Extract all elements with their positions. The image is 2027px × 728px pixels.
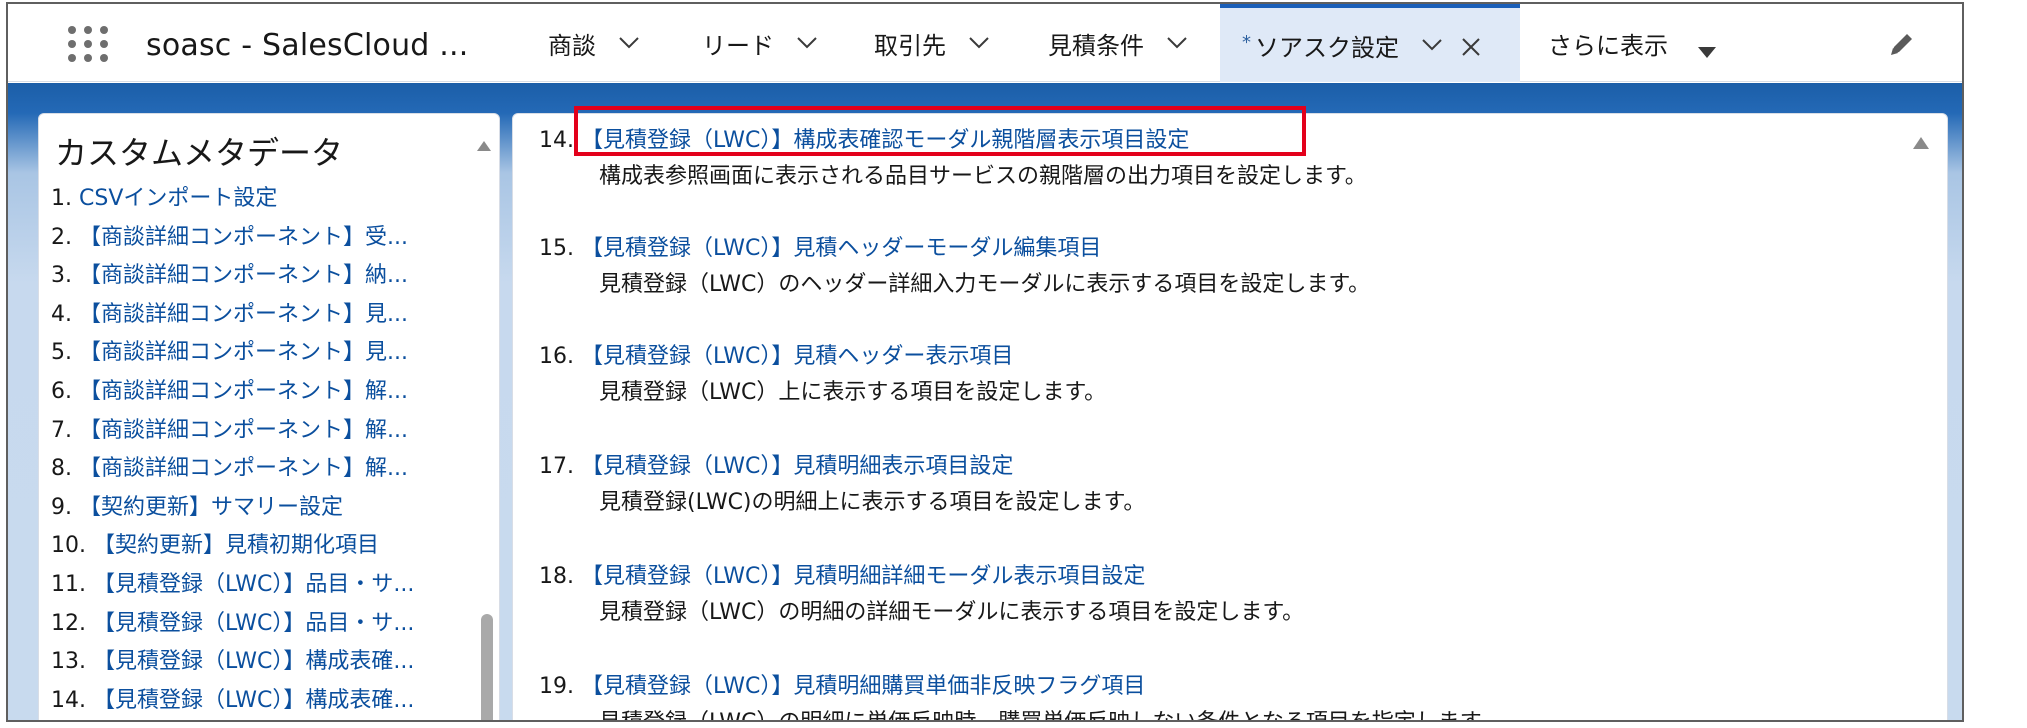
sidebar-item[interactable]: 6. 【商談詳細コンポーネント】解...	[51, 373, 491, 412]
item-number: 8.	[51, 456, 72, 482]
item-number: 6.	[51, 378, 72, 404]
tab-label: 見積条件	[1048, 31, 1144, 60]
item-label: 【商談詳細コンポーネント】見...	[79, 301, 408, 327]
sidebar-list: 1. CSVインポート設定 2. 【商談詳細コンポーネント】受... 3. 【商…	[51, 180, 491, 720]
item-number: 4.	[51, 301, 72, 327]
entry-description: 見積登録（LWC）の明細の詳細モーダルに表示する項目を設定します。	[599, 600, 1305, 625]
entry-number: 16.	[539, 344, 574, 369]
close-icon[interactable]	[1461, 35, 1481, 56]
chevron-down-icon[interactable]	[968, 36, 990, 50]
sidebar-item[interactable]: 7. 【商談詳細コンポーネント】解...	[51, 412, 491, 451]
item-label: 【契約更新】サマリー設定	[79, 494, 344, 520]
entry-title: 19. 【見積登録（LWC）】見積明細購買単価非反映フラグ項目	[539, 668, 1145, 700]
item-label: 【見積登録（LWC）】構成表確...	[93, 649, 415, 675]
entry-link[interactable]: 【見積登録（LWC）】見積明細表示項目設定	[581, 454, 1013, 479]
highlight-annotation	[574, 106, 1306, 156]
page-background: カスタムメタデータ 1. CSVインポート設定 2. 【商談詳細コンポーネント】…	[8, 83, 1962, 720]
sidebar-item[interactable]: 4. 【商談詳細コンポーネント】見...	[51, 296, 491, 335]
chevron-down-icon[interactable]	[796, 36, 818, 50]
entry-link[interactable]: 【見積登録（LWC）】見積明細詳細モーダル表示項目設定	[581, 564, 1145, 589]
custom-metadata-sidebar: カスタムメタデータ 1. CSVインポート設定 2. 【商談詳細コンポーネント】…	[38, 113, 500, 720]
metadata-detail-panel: 14. 【見積登録（LWC）】構成表確認モーダル親階層表示項目設定 構成表参照画…	[512, 113, 1948, 720]
entry-description: 見積登録（LWC）の明細に単価反映時、購買単価反映しない条件となる項目を指定しま…	[599, 704, 1502, 720]
sidebar-item[interactable]: 11. 【見積登録（LWC）】品目・サ...	[51, 566, 491, 605]
tab-label: リード	[702, 31, 774, 60]
entry-description: 見積登録（LWC）上に表示する項目を設定します。	[599, 380, 1107, 405]
sidebar-item[interactable]: 10. 【契約更新】見積初期化項目	[51, 527, 491, 566]
entry-number: 17.	[539, 454, 574, 479]
sidebar-item[interactable]: 3. 【商談詳細コンポーネント】納...	[51, 257, 491, 296]
edit-nav-pencil-icon[interactable]	[1888, 30, 1916, 58]
tab-accounts[interactable]: 取引先	[874, 4, 990, 82]
sidebar-title: カスタムメタデータ	[55, 134, 344, 172]
entry-title: 16. 【見積登録（LWC）】見積ヘッダー表示項目	[539, 338, 1013, 370]
item-label: 【商談詳細コンポーネント】受...	[79, 224, 408, 250]
sidebar-scrollbar[interactable]	[481, 614, 493, 720]
item-label: 【商談詳細コンポーネント】納...	[79, 263, 408, 289]
sidebar-item[interactable]: 14. 【見積登録（LWC）】構成表確...	[51, 682, 491, 720]
item-number: 12.	[51, 610, 86, 636]
item-label: CSVインポート設定	[79, 186, 278, 211]
item-label: 【商談詳細コンポーネント】見...	[79, 340, 408, 366]
sidebar-item[interactable]: 13. 【見積登録（LWC）】構成表確...	[51, 643, 491, 682]
item-label: 【契約更新】見積初期化項目	[93, 533, 380, 559]
entry-description: 見積登録（LWC）のヘッダー詳細入力モーダルに表示する項目を設定します。	[599, 272, 1371, 297]
sidebar-item[interactable]: 12. 【見積登録（LWC）】品目・サ...	[51, 605, 491, 644]
tab-label: 商談	[548, 31, 596, 60]
sidebar-item[interactable]: 1. CSVインポート設定	[51, 180, 491, 219]
item-number: 14.	[51, 687, 86, 713]
entry-description: 構成表参照画面に表示される品目サービスの親階層の出力項目を設定します。	[599, 164, 1367, 189]
entry-title: 15. 【見積登録（LWC）】見積ヘッダーモーダル編集項目	[539, 230, 1101, 262]
chevron-down-icon[interactable]	[1166, 36, 1188, 50]
tab-soasc-settings[interactable]: * ソアスク設定	[1220, 4, 1520, 82]
tab-leads[interactable]: リード	[702, 4, 818, 82]
app-name: soasc - SalesCloud ...	[146, 28, 469, 63]
sidebar-item[interactable]: 8. 【商談詳細コンポーネント】解...	[51, 450, 491, 489]
item-number: 11.	[51, 571, 86, 597]
item-number: 2.	[51, 224, 72, 250]
item-label: 【見積登録（LWC）】構成表確...	[93, 687, 415, 713]
item-number: 3.	[51, 263, 72, 289]
item-number: 7.	[51, 417, 72, 443]
sidebar-item[interactable]: 5. 【商談詳細コンポーネント】見...	[51, 334, 491, 373]
scroll-up-icon[interactable]	[1913, 134, 1929, 149]
tab-more[interactable]: さらに表示	[1548, 4, 1716, 82]
entry-title: 18. 【見積登録（LWC）】見積明細詳細モーダル表示項目設定	[539, 558, 1145, 590]
unsaved-marker: *	[1242, 31, 1251, 53]
entry-link[interactable]: 【見積登録（LWC）】見積ヘッダーモーダル編集項目	[581, 236, 1101, 261]
item-number: 13.	[51, 649, 86, 675]
sidebar-item[interactable]: 2. 【商談詳細コンポーネント】受...	[51, 219, 491, 258]
item-number: 5.	[51, 340, 72, 366]
item-label: 【見積登録（LWC）】品目・サ...	[93, 571, 415, 597]
tab-opportunities[interactable]: 商談	[548, 4, 640, 82]
item-number: 10.	[51, 533, 86, 559]
caret-down-icon[interactable]	[1698, 37, 1716, 58]
entry-description: 見積登録(LWC)の明細上に表示する項目を設定します。	[599, 490, 1146, 515]
tab-label: 取引先	[874, 31, 946, 60]
chevron-down-icon[interactable]	[1421, 38, 1443, 52]
tab-label: さらに表示	[1548, 31, 1668, 60]
global-navigation: soasc - SalesCloud ... 商談 リード 取引先 見積条件 *…	[8, 4, 1962, 82]
entry-number: 14.	[539, 128, 574, 153]
item-label: 【商談詳細コンポーネント】解...	[79, 417, 408, 443]
item-label: 【商談詳細コンポーネント】解...	[79, 456, 408, 482]
item-number: 1.	[51, 186, 72, 211]
tab-label: ソアスク設定	[1255, 33, 1399, 62]
entry-link[interactable]: 【見積登録（LWC）】見積明細購買単価非反映フラグ項目	[581, 674, 1145, 699]
entry-title: 17. 【見積登録（LWC）】見積明細表示項目設定	[539, 448, 1013, 480]
item-label: 【商談詳細コンポーネント】解...	[79, 378, 408, 404]
chevron-down-icon[interactable]	[618, 36, 640, 50]
item-label: 【見積登録（LWC）】品目・サ...	[93, 610, 415, 636]
item-number: 9.	[51, 494, 72, 520]
app-launcher-waffle-icon[interactable]	[68, 26, 108, 62]
entry-number: 19.	[539, 674, 574, 699]
entry-link[interactable]: 【見積登録（LWC）】見積ヘッダー表示項目	[581, 344, 1013, 369]
scroll-up-icon[interactable]	[477, 136, 491, 151]
entry-number: 15.	[539, 236, 574, 261]
entry-number: 18.	[539, 564, 574, 589]
tab-quote-conditions[interactable]: 見積条件	[1048, 4, 1188, 82]
sidebar-item[interactable]: 9. 【契約更新】サマリー設定	[51, 489, 491, 528]
